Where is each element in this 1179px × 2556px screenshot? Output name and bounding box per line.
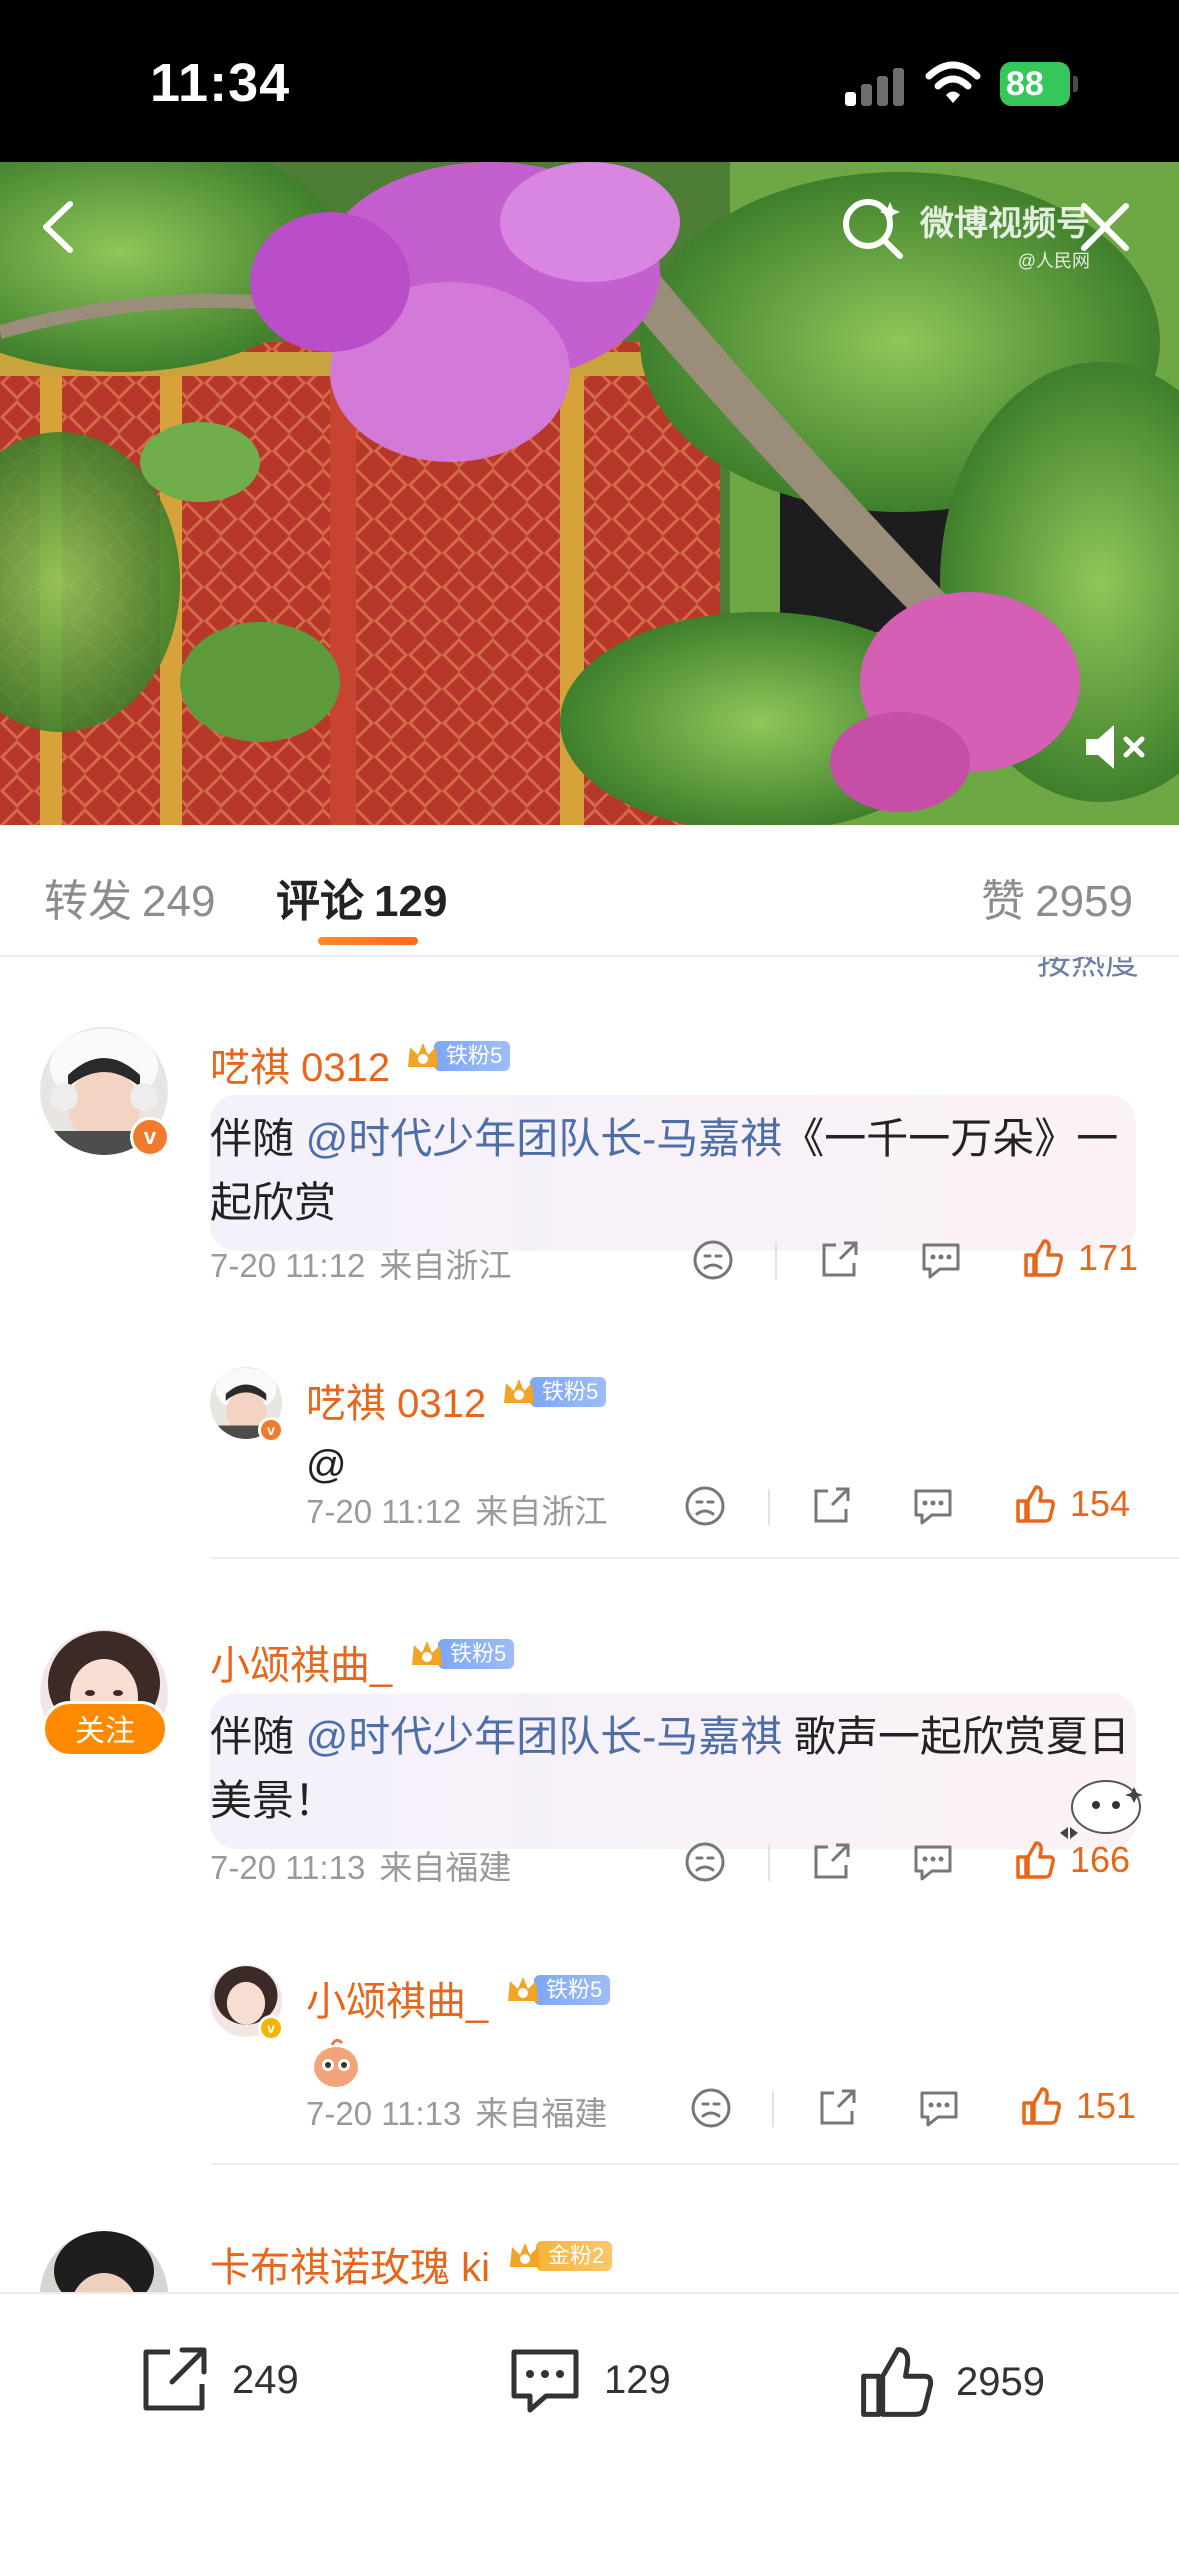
crown-icon — [508, 1977, 538, 2001]
sort-toggle[interactable]: 按热度 — [1037, 957, 1139, 984]
dislike-icon[interactable] — [688, 2085, 734, 2131]
crown-icon — [412, 1641, 442, 1665]
dislike-icon[interactable] — [682, 1483, 728, 1529]
status-time: 11:34 — [150, 53, 291, 113]
like-button[interactable]: 171 — [1022, 1237, 1138, 1279]
action-separator — [775, 1243, 777, 1279]
action-separator — [772, 2091, 774, 2127]
fan-badge: 铁粉5 — [504, 1973, 611, 2007]
share-icon[interactable] — [808, 1839, 854, 1885]
reply-icon[interactable] — [910, 1839, 956, 1885]
avatar[interactable] — [40, 2231, 168, 2292]
wifi-icon — [925, 61, 981, 103]
comment-username[interactable]: 呓祺 0312 — [210, 1035, 390, 1093]
close-icon[interactable] — [1072, 194, 1138, 260]
repost-icon — [143, 2347, 207, 2411]
back-icon[interactable] — [30, 192, 90, 262]
cellular-signal-icon — [845, 66, 905, 106]
dislike-icon[interactable] — [682, 1839, 728, 1885]
crown-icon — [504, 1379, 534, 1403]
share-icon[interactable] — [808, 1483, 854, 1529]
fan-badge: 金粉2 — [506, 2239, 613, 2273]
verified-badge-icon: v — [130, 1117, 170, 1157]
active-tab-indicator — [318, 937, 418, 945]
comment-button[interactable]: 129 — [506, 2342, 671, 2418]
repost-button[interactable]: 249 — [136, 2342, 299, 2418]
action-separator — [768, 1845, 770, 1881]
action-separator — [768, 1489, 770, 1525]
tab-like[interactable]: 赞 2959 — [981, 865, 1133, 929]
fan-badge: 铁粉5 — [500, 1375, 607, 1409]
tab-comment[interactable]: 评论 129 — [276, 865, 447, 929]
follow-button[interactable]: 关注 — [42, 1701, 168, 1757]
dislike-icon[interactable] — [690, 1237, 736, 1283]
reply-meta: 7-20 11:13 来自福建 — [306, 2095, 608, 2132]
thumbs-up-icon — [1016, 1485, 1055, 1523]
comment-divider — [210, 1557, 1179, 1559]
thumbs-up-icon — [1016, 1841, 1055, 1879]
share-icon[interactable] — [816, 1237, 862, 1283]
like-button[interactable]: 166 — [1014, 1839, 1130, 1881]
thumbs-up-icon — [861, 2347, 934, 2417]
reply-username[interactable]: 小颂祺曲_ — [306, 1969, 488, 2027]
comment-list: 按热度 v 呓祺 0312 铁粉5 伴随 @时代少年团队长-马嘉祺《一千一万朵》… — [0, 957, 1179, 2292]
comment-meta: 7-20 11:13 来自福建 — [210, 1849, 512, 1886]
watermark: 微博视频号 @人民网 — [920, 205, 1090, 271]
reply-icon[interactable] — [910, 1483, 956, 1529]
emoji-sticker-icon — [314, 2038, 358, 2087]
like-button[interactable]: 2959 — [856, 2342, 1045, 2422]
comment-divider — [210, 2163, 1179, 2165]
reply-icon[interactable] — [918, 1237, 964, 1283]
comment-icon — [511, 2349, 579, 2413]
reply-icon[interactable] — [916, 2085, 962, 2131]
thumbs-up-icon — [1022, 2087, 1061, 2125]
like-button[interactable]: 151 — [1020, 2085, 1136, 2127]
mute-icon[interactable] — [1080, 717, 1150, 777]
crown-icon — [408, 1043, 438, 1067]
verified-badge-icon: v — [258, 1417, 284, 1443]
fan-badge: 铁粉5 — [404, 1039, 511, 1073]
like-button[interactable]: 154 — [1014, 1483, 1130, 1525]
status-bar: 11:34 88 — [0, 0, 1179, 162]
reply-username[interactable]: 呓祺 0312 — [306, 1371, 486, 1429]
mention-link[interactable]: @时代少年团队长-马嘉祺 — [306, 1115, 783, 1162]
mention-link[interactable]: @时代少年团队长-马嘉祺 — [306, 1713, 783, 1760]
comment-text: 伴随 @时代少年团队长-马嘉祺 歌声一起欣赏夏日美景！ — [210, 1693, 1136, 1849]
comment-username[interactable]: 小颂祺曲_ — [210, 1633, 392, 1691]
video-player[interactable]: 微博视频号 @人民网 — [0, 162, 1179, 825]
comment-meta: 7-20 11:12 来自浙江 — [210, 1247, 512, 1284]
crown-icon — [510, 2243, 540, 2267]
comment-text: 伴随 @时代少年团队长-马嘉祺《一千一万朵》一起欣赏 — [210, 1095, 1136, 1251]
verified-badge-icon: v — [258, 2015, 284, 2041]
thumbs-up-icon — [1024, 1239, 1063, 1277]
reply-meta: 7-20 11:12 来自浙江 — [306, 1493, 608, 1530]
bottom-action-bar: 249 129 2959 — [0, 2292, 1179, 2556]
fan-badge: 铁粉5 — [408, 1637, 515, 1671]
tab-bar: 转发 249 评论 129 赞 2959 — [0, 825, 1179, 957]
share-icon[interactable] — [814, 2085, 860, 2131]
battery-indicator: 88 — [1000, 62, 1078, 106]
tab-repost[interactable]: 转发 249 — [44, 865, 215, 929]
search-icon[interactable] — [838, 192, 908, 262]
comment-username[interactable]: 卡布祺诺玫瑰 ki — [210, 2235, 490, 2292]
